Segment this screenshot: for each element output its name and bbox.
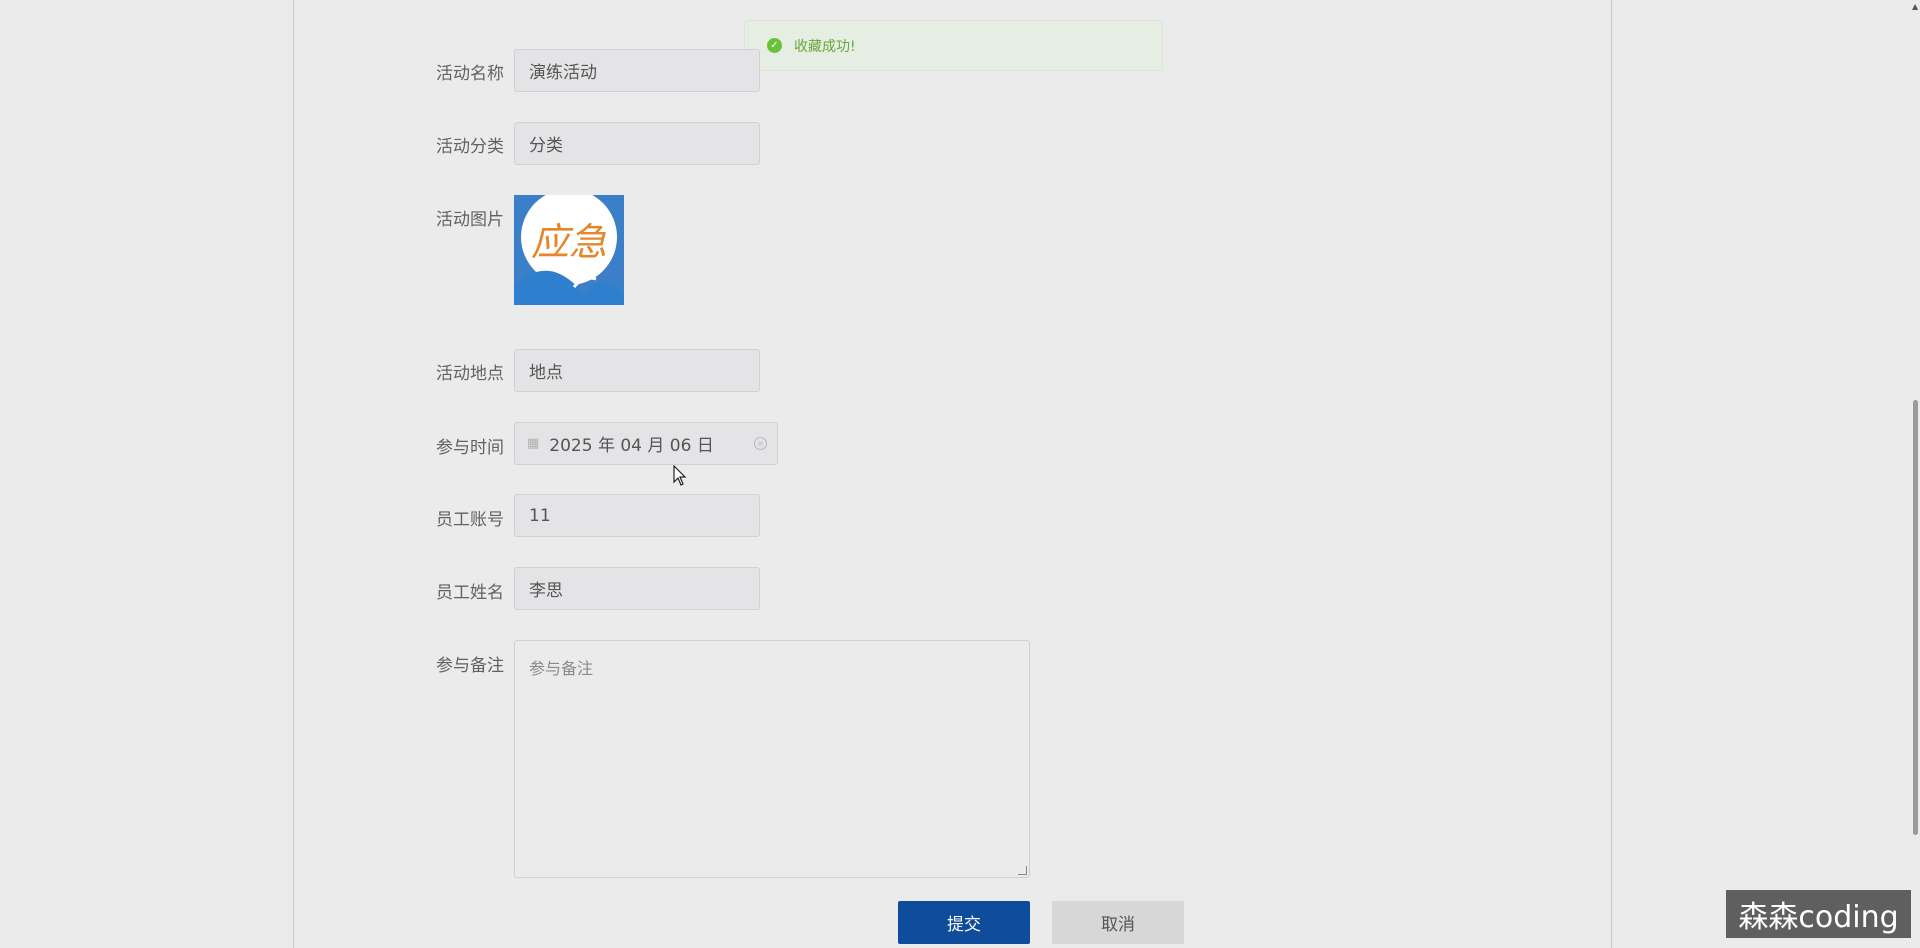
employee-account-field[interactable]: 11 bbox=[514, 494, 760, 537]
employee-name-field[interactable]: 李思 bbox=[514, 567, 760, 610]
participation-note-placeholder: 参与备注 bbox=[529, 659, 594, 678]
activity-location-value: 地点 bbox=[529, 363, 563, 383]
participation-time-label: 参与时间 bbox=[436, 438, 504, 458]
activity-location-field[interactable]: 地点 bbox=[514, 349, 760, 392]
calendar-icon: ▦ bbox=[527, 436, 540, 451]
scrollbar[interactable]: ▲ bbox=[1910, 0, 1920, 948]
activity-category-field[interactable]: 分类 bbox=[514, 122, 760, 165]
activity-name-label: 活动名称 bbox=[436, 64, 504, 84]
activity-image-label: 活动图片 bbox=[436, 210, 504, 230]
activity-name-value: 演练活动 bbox=[529, 63, 597, 83]
clear-icon[interactable]: × bbox=[754, 437, 767, 450]
employee-name-value: 李思 bbox=[529, 581, 563, 601]
mouse-cursor-icon bbox=[673, 465, 687, 486]
participation-date-value: 2025 年 04 月 06 日 bbox=[549, 436, 714, 456]
resize-grip-icon[interactable] bbox=[1018, 866, 1027, 875]
submit-button[interactable]: 提交 bbox=[898, 901, 1030, 944]
activity-image[interactable]: 应急 bbox=[514, 195, 624, 305]
activity-category-value: 分类 bbox=[529, 136, 563, 156]
participation-note-textarea[interactable]: 参与备注 bbox=[514, 640, 1030, 878]
success-toast: ✓ 收藏成功! bbox=[744, 20, 1163, 71]
page: ✓ 收藏成功! 活动名称 演练活动 活动分类 分类 活动图片 应急 活动地点 地… bbox=[0, 0, 1920, 948]
employee-account-label: 员工账号 bbox=[436, 510, 504, 530]
logo-text: 应急 bbox=[531, 220, 607, 264]
employee-account-value: 11 bbox=[529, 505, 551, 526]
scroll-up-icon[interactable]: ▲ bbox=[1912, 2, 1918, 11]
scrollbar-thumb[interactable] bbox=[1913, 400, 1918, 835]
toast-message: 收藏成功! bbox=[794, 38, 856, 55]
watermark: 森森coding bbox=[1726, 890, 1911, 938]
activity-category-label: 活动分类 bbox=[436, 137, 504, 157]
cancel-button[interactable]: 取消 bbox=[1052, 901, 1184, 944]
participation-date-picker[interactable]: ▦ 2025 年 04 月 06 日 × bbox=[514, 422, 778, 465]
participation-note-label: 参与备注 bbox=[436, 656, 504, 676]
employee-name-label: 员工姓名 bbox=[436, 583, 504, 603]
emergency-logo-icon: 应急 bbox=[514, 195, 624, 305]
activity-location-label: 活动地点 bbox=[436, 364, 504, 384]
activity-name-field[interactable]: 演练活动 bbox=[514, 49, 760, 92]
check-circle-icon: ✓ bbox=[767, 38, 782, 53]
